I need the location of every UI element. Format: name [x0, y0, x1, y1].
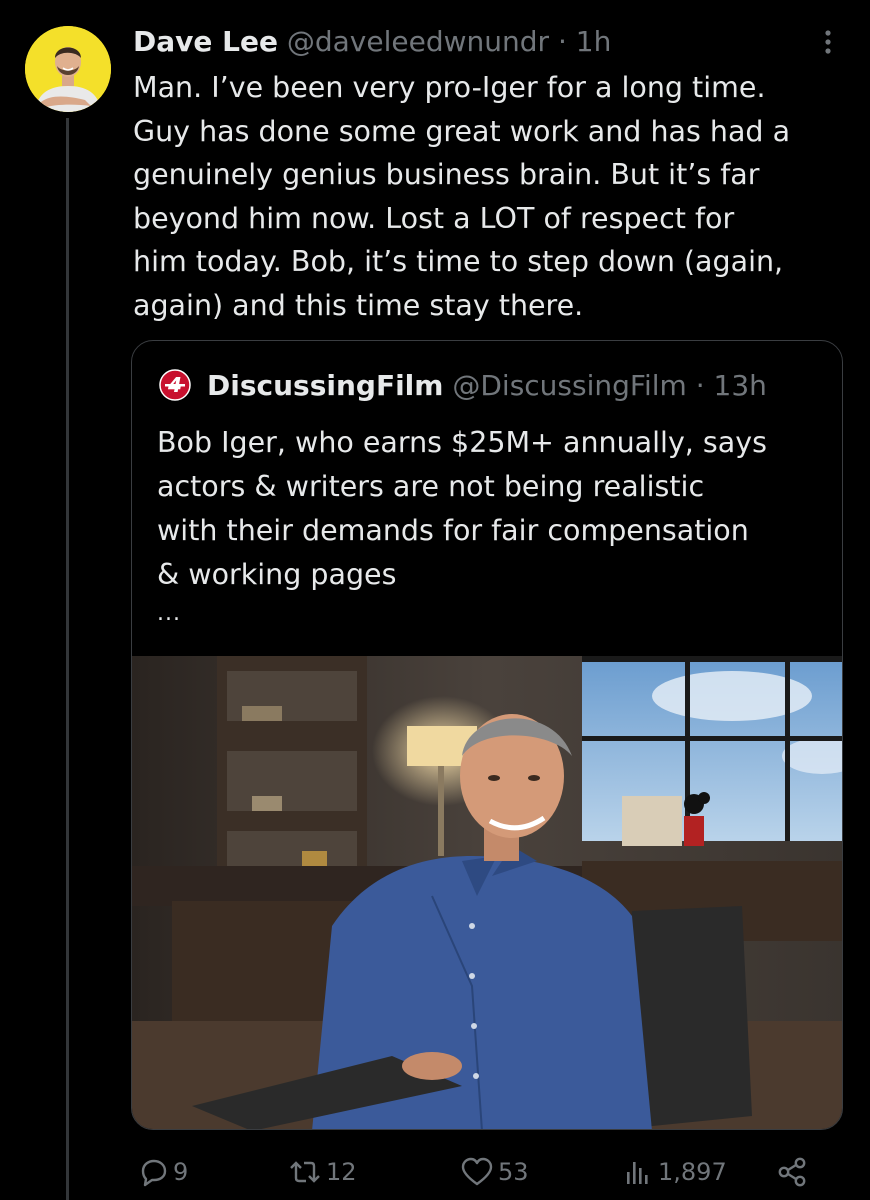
quoted-header-separator: ·: [695, 369, 705, 402]
like-count: 53: [498, 1158, 529, 1186]
tweet-body: Man. I’ve been very pro-Iger for a long …: [133, 71, 791, 322]
quoted-ellipsis: ...: [157, 601, 181, 626]
author-handle[interactable]: @daveleedwnundr: [287, 25, 549, 58]
repost-button[interactable]: 12: [288, 1156, 357, 1188]
discussingfilm-logo-icon: 4: [159, 369, 191, 401]
header-separator: ·: [557, 25, 567, 58]
author-avatar[interactable]: [25, 26, 111, 112]
like-icon: [461, 1157, 493, 1186]
repost-icon: [290, 1161, 320, 1183]
views-button[interactable]: 1,897: [622, 1156, 727, 1188]
office-portrait-photo[interactable]: [132, 656, 843, 1130]
action-bar: 9 12 53 1,897: [0, 1150, 870, 1194]
quoted-author-name[interactable]: DiscussingFilm: [207, 369, 443, 402]
quoted-timestamp[interactable]: 13h: [714, 369, 767, 402]
quoted-body: Bob Iger, who earns $25M+ annually, says…: [157, 426, 767, 591]
share-icon: [778, 1157, 806, 1187]
share-button[interactable]: [776, 1156, 808, 1188]
author-name[interactable]: Dave Lee: [133, 25, 278, 58]
views-count: 1,897: [658, 1158, 727, 1186]
thread-line: [66, 118, 69, 1200]
repost-count: 12: [326, 1158, 357, 1186]
quoted-author-handle[interactable]: @DiscussingFilm: [452, 369, 686, 402]
quoted-header: DiscussingFilm @DiscussingFilm · 13h: [207, 368, 767, 404]
tweet-timestamp[interactable]: 1h: [576, 25, 612, 58]
tweet-header: Dave Lee @daveleedwnundr · 1h: [133, 24, 611, 60]
reply-icon: [141, 1159, 167, 1187]
more-options-button[interactable]: [818, 28, 838, 58]
reply-button[interactable]: 9: [137, 1156, 188, 1188]
reply-count: 9: [173, 1158, 189, 1186]
more-vertical-icon: [825, 30, 831, 54]
like-button[interactable]: 53: [460, 1156, 529, 1188]
avatar-illustration-icon: [25, 26, 111, 112]
quoted-tweet[interactable]: 4 DiscussingFilm @DiscussingFilm · 13h B…: [131, 340, 843, 1130]
views-icon: [627, 1162, 648, 1184]
